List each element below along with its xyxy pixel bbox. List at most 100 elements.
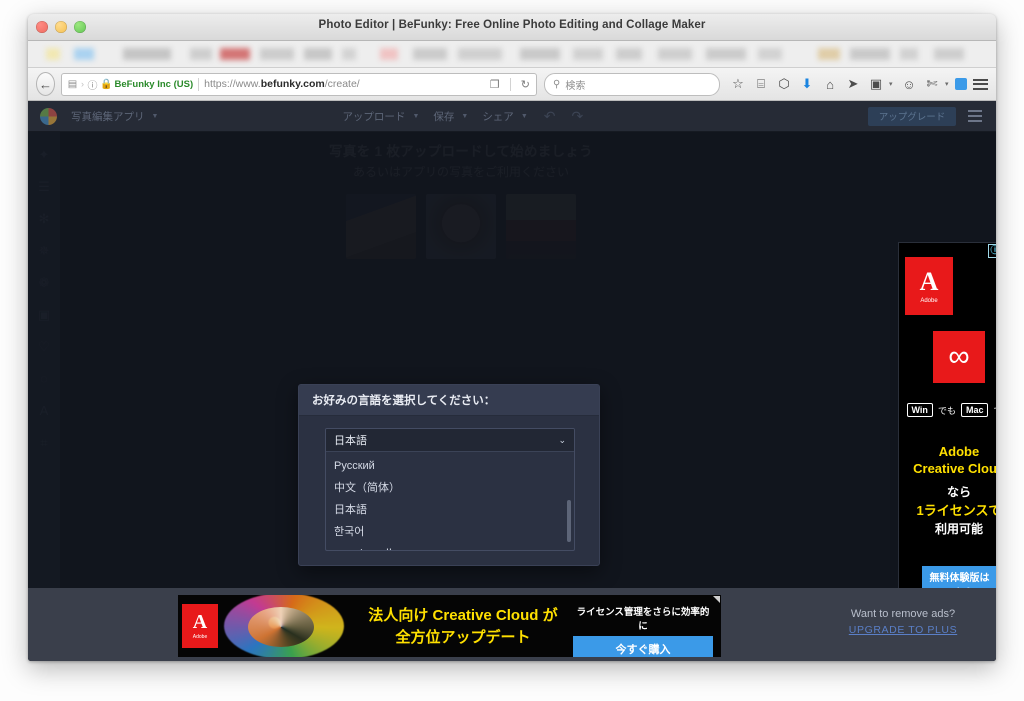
back-button[interactable]: ← [36, 72, 55, 96]
screen: Photo Editor | BeFunky: Free Online Phot… [0, 0, 1024, 701]
upgrade-button[interactable]: アップグレード [868, 106, 956, 126]
adobe-logo-letter: A [192, 611, 208, 633]
ad-info-icon[interactable]: ⓘ [988, 244, 996, 258]
upgrade-button-label: アップグレード [878, 112, 946, 123]
chevron-down-icon[interactable]: ▾ [889, 80, 896, 88]
downloads-icon[interactable]: ⬇ [797, 74, 817, 94]
language-dialog-title: お好みの言語を選択してください： [299, 385, 599, 416]
popout-icon[interactable]: ❐ [490, 78, 500, 91]
address-bar[interactable]: ▤ › ⓘ 🔒 BeFunky Inc (US) https://www.bef… [61, 72, 537, 96]
window-title: Photo Editor | BeFunky: Free Online Phot… [318, 19, 706, 31]
language-select-wrapper[interactable]: 日本語 ⌄ Русский 中文（简体） 日本語 한국어 العربية/عرب… [325, 428, 575, 551]
send-icon[interactable]: ➤ [843, 74, 863, 94]
banner-ad-headline: 法人向け Creative Cloud が 全方位アップデート [353, 605, 573, 649]
language-option[interactable]: العربية/عربي [326, 543, 574, 550]
bookmark-item[interactable] [616, 48, 642, 60]
bookmark-item[interactable] [304, 48, 332, 60]
star-icon[interactable]: ☆ [728, 74, 748, 94]
language-option[interactable]: Русский [326, 455, 574, 477]
url-prefix: https://www. [204, 78, 261, 90]
menu-upload[interactable]: アップロード ▼ [342, 109, 419, 124]
banner-ad-headline-1: 法人向け Creative Cloud が [368, 607, 558, 624]
bookmark-item[interactable] [758, 48, 782, 60]
reader-mode-icon[interactable]: ▤ [65, 79, 80, 90]
search-icon: ⚲ [553, 78, 561, 90]
banner-ad-headline-2: 全方位アップデート [395, 629, 531, 646]
language-select[interactable]: 日本語 ⌄ [326, 429, 574, 452]
bookmark-item[interactable] [520, 48, 560, 60]
mac-chip: Mac [960, 403, 989, 417]
creative-cloud-glyph: ∞ [948, 340, 970, 373]
bookmark-item[interactable] [123, 48, 171, 60]
creative-cloud-swirl-inner-icon [248, 607, 314, 647]
bookmark-item[interactable] [190, 48, 212, 60]
url-path: /create/ [324, 78, 360, 90]
banner-ad[interactable]: A Adobe 法人向け Creative Cloud が 全方位アップデート … [178, 595, 721, 657]
bookmark-item[interactable] [850, 48, 890, 60]
language-option[interactable]: 한국어 [326, 521, 574, 543]
menu-upload-label: アップロード [342, 110, 406, 123]
sky-ad-headline-1: Adobe [938, 444, 980, 459]
bookmark-item[interactable] [658, 48, 692, 60]
undo-icon[interactable]: ↶ [544, 108, 556, 125]
menu-share-label: シェア [482, 110, 514, 123]
site-identity-label: BeFunky Inc (US) [114, 78, 194, 90]
toolbar-icons: ☆ ⌸ ⬡ ⬇ ⌂ ➤ ▣ ▾ ☺ ✄ ▾ [728, 74, 967, 94]
pin-icon[interactable]: ✄ [922, 74, 942, 94]
adobe-logo-name: Adobe [920, 297, 938, 304]
adobe-logo: A Adobe [905, 257, 953, 315]
pocket-icon[interactable]: ⬡ [774, 74, 794, 94]
reload-icon[interactable]: ↻ [521, 78, 530, 91]
banner-ad-cta-button[interactable]: 今すぐ購入 [573, 636, 713, 657]
chevron-down-icon[interactable]: ▾ [945, 80, 952, 88]
language-dialog-body: 日本語 ⌄ Русский 中文（简体） 日本語 한국어 العربية/عرب… [299, 416, 599, 565]
menu-save[interactable]: 保存 ▼ [433, 109, 468, 124]
creative-cloud-icon: ∞ [933, 331, 985, 383]
menu-share[interactable]: シェア ▼ [482, 109, 527, 124]
menu-photo-editor[interactable]: 写真編集アプリ ▼ [71, 109, 158, 124]
bookmark-item[interactable] [342, 48, 356, 60]
language-option-list[interactable]: Русский 中文（简体） 日本語 한국어 العربية/عربي [326, 452, 574, 550]
windows-suffix: でも [937, 405, 956, 416]
adchoices-icon[interactable] [713, 596, 720, 603]
language-dialog: お好みの言語を選択してください： 日本語 ⌄ Русский 中文（简体） 日本… [298, 384, 600, 566]
bookmark-item[interactable] [900, 48, 918, 60]
browser-menu-icon[interactable] [973, 78, 988, 90]
banner-ad-cta-block: ライセンス管理をさらに効率的に 今すぐ購入 [573, 604, 713, 657]
bookmark-item[interactable] [818, 48, 840, 60]
bookmark-item[interactable] [706, 48, 746, 60]
extension-icon[interactable] [955, 78, 967, 90]
bookmark-item[interactable] [74, 48, 94, 60]
befunky-logo-icon[interactable] [40, 107, 57, 125]
bookmarks-bar[interactable] [28, 41, 996, 68]
bookmark-item[interactable] [934, 48, 964, 60]
screenshot-icon[interactable]: ▣ [866, 74, 886, 94]
bookmark-item[interactable] [220, 48, 250, 60]
bookmark-item[interactable] [260, 48, 294, 60]
bookmark-item[interactable] [380, 48, 398, 60]
app-body: ✦ ☰ ✻ ✵ ❁ ▣ ♡ ◌ A ⌗ 写真を 1 枚アップロードして始めましょ… [28, 132, 996, 661]
language-list-scrollbar[interactable] [567, 500, 571, 542]
home-icon[interactable]: ⌂ [820, 74, 840, 94]
search-input[interactable]: ⚲ 検索 [544, 72, 720, 96]
site-info-icon[interactable]: ⓘ [85, 77, 100, 92]
bookmark-item[interactable] [573, 48, 603, 60]
bookmark-item[interactable] [413, 48, 447, 60]
adobe-logo-letter: A [919, 266, 939, 296]
upgrade-to-plus-link[interactable]: UPGRADE TO PLUS [818, 624, 988, 636]
library-icon[interactable]: ⌸ [751, 74, 771, 94]
ad-controls: ⓘ ✕ [988, 244, 996, 258]
sky-ad-use: 利用可能 [934, 522, 983, 536]
site-identity[interactable]: 🔒 BeFunky Inc (US) [100, 79, 193, 90]
language-option[interactable]: 中文（简体） [326, 477, 574, 499]
app-menu-icon[interactable] [968, 110, 982, 122]
bookmark-item[interactable] [458, 48, 502, 60]
chat-icon[interactable]: ☺ [899, 74, 919, 94]
sky-ad-cta-line1: 無料体験版は [929, 573, 990, 584]
mac-suffix: でも [993, 404, 996, 417]
app-toolbar: 写真編集アプリ ▼ アップロード ▼ 保存 ▼ シェア ▼ ↶ ↷ アップグレー… [28, 101, 996, 132]
url-text: https://www.befunky.com/create/ [204, 78, 360, 90]
language-option[interactable]: 日本語 [326, 499, 574, 521]
redo-icon[interactable]: ↷ [571, 108, 583, 125]
bookmark-item[interactable] [46, 48, 60, 60]
